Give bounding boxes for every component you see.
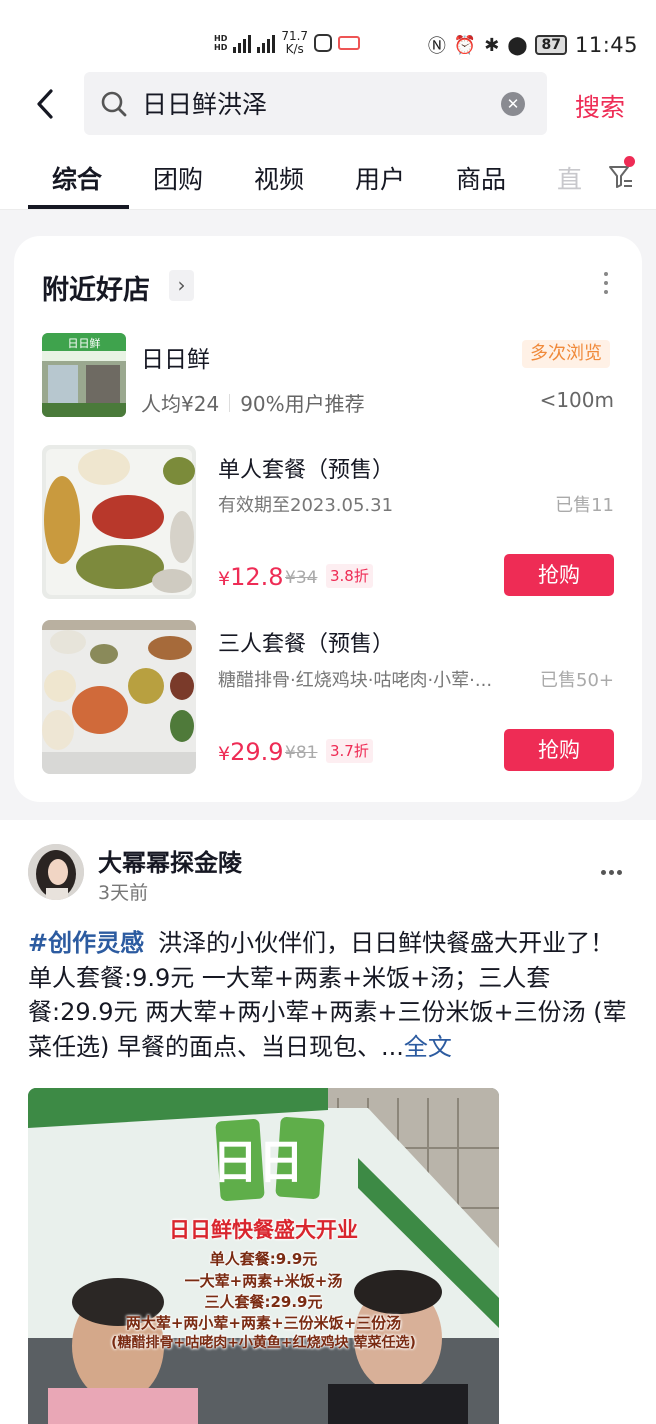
deal-sold: 已售50+ bbox=[540, 670, 614, 691]
battery-icon: 87 bbox=[535, 35, 567, 55]
shop-name[interactable]: 日日鲜 bbox=[141, 340, 210, 374]
post-time: 3天前 bbox=[98, 882, 149, 904]
video-caption-line: 三人套餐:29.9元 bbox=[204, 1293, 323, 1311]
expand-link[interactable]: 全文 bbox=[404, 1033, 452, 1061]
notification-dot bbox=[624, 156, 635, 167]
search-query[interactable]: 日日鲜洪泽 bbox=[142, 85, 267, 121]
signal-icon bbox=[233, 33, 252, 53]
deal-sold: 已售11 bbox=[555, 495, 614, 516]
chevron-right-icon[interactable]: › bbox=[169, 270, 194, 301]
nearby-shops-card: 附近好店 › 日日鲜 日日鲜 多次浏览 人均¥24 90%用户推荐 <100m bbox=[14, 236, 642, 802]
search-button[interactable]: 搜索 bbox=[575, 88, 625, 124]
deal-name[interactable]: 单人套餐（预售） bbox=[218, 452, 394, 484]
status-right: Ⓝ ⏰ ✱ ⬤ 87 11:45 bbox=[428, 32, 638, 58]
video-caption-line: 两大荤+两小荤+两素+三份米饭+三份汤 bbox=[125, 1314, 402, 1332]
avatar[interactable] bbox=[28, 844, 84, 900]
video-caption-line: 一大荤+两素+米饭+汤 bbox=[184, 1272, 343, 1290]
hd-icon: HD HD bbox=[214, 34, 228, 52]
original-price: ¥34 bbox=[285, 568, 318, 588]
card-title[interactable]: 附近好店 bbox=[42, 268, 150, 307]
deal-desc: 有效期至2023.05.31 bbox=[218, 495, 394, 516]
avg-price: 人均¥24 bbox=[141, 392, 220, 416]
bluetooth-icon: ✱ bbox=[484, 34, 500, 56]
search-input[interactable]: 日日鲜洪泽 ✕ bbox=[84, 72, 547, 135]
recommend-rate: 90%用户推荐 bbox=[240, 392, 365, 416]
post-text[interactable]: #创作灵感 洪泽的小伙伴们，日日鲜快餐盛大开业了！单人套餐:9.9元 一大荤+两素… bbox=[28, 926, 632, 1064]
clock: 11:45 bbox=[574, 33, 638, 57]
post-video[interactable]: 日日鲜快餐盛大开业 单人套餐:9.9元 一大荤+两素+米饭+汤 三人套餐:29.… bbox=[28, 1088, 499, 1424]
status-bar: HD HD 71.7 K/s Ⓝ ⏰ ✱ ⬤ 87 11:45 bbox=[0, 0, 656, 72]
deal-price: ¥12.8 bbox=[218, 563, 284, 591]
deal-price: ¥29.9 bbox=[218, 738, 284, 766]
chevron-left-icon bbox=[37, 89, 53, 119]
visited-badge: 多次浏览 bbox=[522, 340, 610, 368]
tab-video[interactable]: 视频 bbox=[254, 160, 304, 196]
deal-name[interactable]: 三人套餐（预售） bbox=[218, 626, 394, 658]
discount-badge: 3.8折 bbox=[326, 564, 373, 588]
original-price: ¥81 bbox=[285, 743, 318, 763]
deal-thumbnail[interactable] bbox=[42, 620, 196, 774]
video-caption-line: (糖醋排骨+咕咾肉+小黄鱼+红烧鸡块 荤菜任选) bbox=[111, 1335, 416, 1351]
status-left: HD HD 71.7 K/s bbox=[214, 29, 361, 56]
search-icon bbox=[101, 91, 127, 117]
search-tabs: 综合 团购 视频 用户 商品 直 bbox=[0, 150, 656, 210]
buy-button[interactable]: 抢购 bbox=[504, 554, 614, 596]
video-caption-title: 日日鲜快餐盛大开业 bbox=[169, 1218, 358, 1242]
video-caption-line: 单人套餐:9.9元 bbox=[209, 1250, 318, 1268]
network-speed: 71.7 K/s bbox=[281, 29, 309, 56]
deal-thumbnail[interactable] bbox=[42, 445, 196, 599]
shop-meta: 人均¥24 90%用户推荐 bbox=[141, 388, 365, 417]
back-button[interactable] bbox=[30, 86, 60, 122]
tab-live[interactable]: 直 bbox=[557, 160, 582, 196]
tab-products[interactable]: 商品 bbox=[456, 160, 506, 196]
tab-comprehensive[interactable]: 综合 bbox=[52, 160, 102, 196]
author-name[interactable]: 大幂幂探金陵 bbox=[98, 843, 242, 878]
svg-text:日日鲜: 日日鲜 bbox=[68, 336, 101, 350]
app-notification-icon bbox=[314, 34, 333, 52]
divider bbox=[229, 393, 231, 412]
more-options-icon[interactable] bbox=[604, 272, 610, 296]
buy-button[interactable]: 抢购 bbox=[504, 729, 614, 771]
shop-thumbnail[interactable]: 日日鲜 bbox=[42, 333, 126, 417]
filter-icon[interactable] bbox=[608, 164, 634, 190]
search-header: 日日鲜洪泽 ✕ 搜索 bbox=[0, 72, 656, 136]
shop-distance: <100m bbox=[539, 388, 614, 412]
signal-icon bbox=[257, 33, 276, 53]
hashtag[interactable]: #创作灵感 bbox=[28, 929, 144, 957]
location-icon: ⬤ bbox=[507, 34, 528, 56]
app-notification-icon bbox=[338, 36, 361, 50]
tab-users[interactable]: 用户 bbox=[355, 160, 405, 196]
store-sign-text: 日日 bbox=[212, 1135, 304, 1189]
alarm-icon: ⏰ bbox=[453, 34, 477, 56]
more-options-icon[interactable] bbox=[601, 870, 622, 875]
nfc-icon: Ⓝ bbox=[427, 36, 446, 57]
tab-group-buy[interactable]: 团购 bbox=[153, 160, 203, 196]
clear-icon[interactable]: ✕ bbox=[501, 92, 525, 116]
discount-badge: 3.7折 bbox=[326, 739, 373, 763]
deal-desc: 糖醋排骨·红烧鸡块·咕咾肉·小荤·... bbox=[218, 670, 493, 691]
